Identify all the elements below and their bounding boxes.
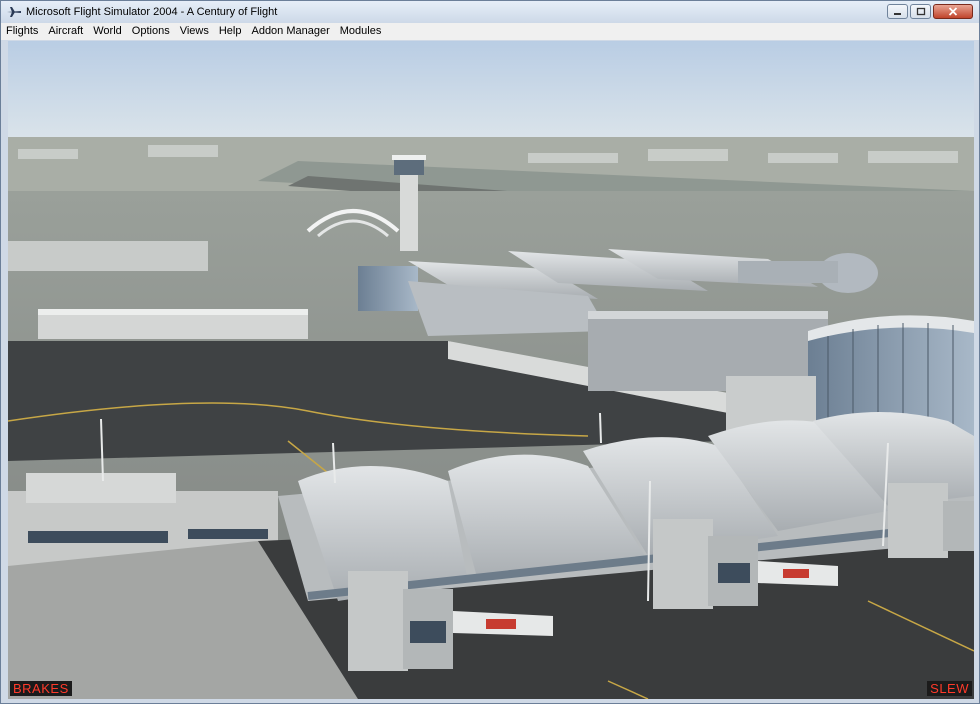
close-button[interactable] [933,4,973,19]
airport-scene [8,41,974,699]
gate-tower-1 [348,571,408,671]
menu-views[interactable]: Views [175,23,214,40]
menu-options[interactable]: Options [127,23,175,40]
menu-addon-manager[interactable]: Addon Manager [246,23,334,40]
airplane-icon [6,4,22,20]
central-terminal-glass [358,266,418,311]
gate-tower-2 [653,519,713,609]
menu-help[interactable]: Help [214,23,247,40]
menu-flights[interactable]: Flights [1,23,43,40]
menu-world[interactable]: World [88,23,127,40]
sky [8,41,974,141]
close-icon [948,7,958,16]
slew-indicator: SLEW [927,681,972,696]
window-controls [887,4,973,19]
maximize-icon [916,7,925,16]
maximize-button[interactable] [910,4,931,19]
minimize-button[interactable] [887,4,908,19]
menu-modules[interactable]: Modules [335,23,387,40]
simulator-viewport[interactable]: BRAKES SLEW [8,41,974,699]
control-tower [400,171,418,251]
title-bar[interactable]: Microsoft Flight Simulator 2004 - A Cent… [1,1,979,23]
menu-aircraft[interactable]: Aircraft [43,23,88,40]
brakes-indicator: BRAKES [10,681,72,696]
gate-tower-3 [888,483,948,558]
left-terminal-far [8,241,208,271]
menu-bar: Flights Aircraft World Options Views Hel… [1,23,979,40]
app-window: Microsoft Flight Simulator 2004 - A Cent… [0,0,980,704]
window-title: Microsoft Flight Simulator 2004 - A Cent… [26,6,278,18]
minimize-icon [894,13,901,15]
